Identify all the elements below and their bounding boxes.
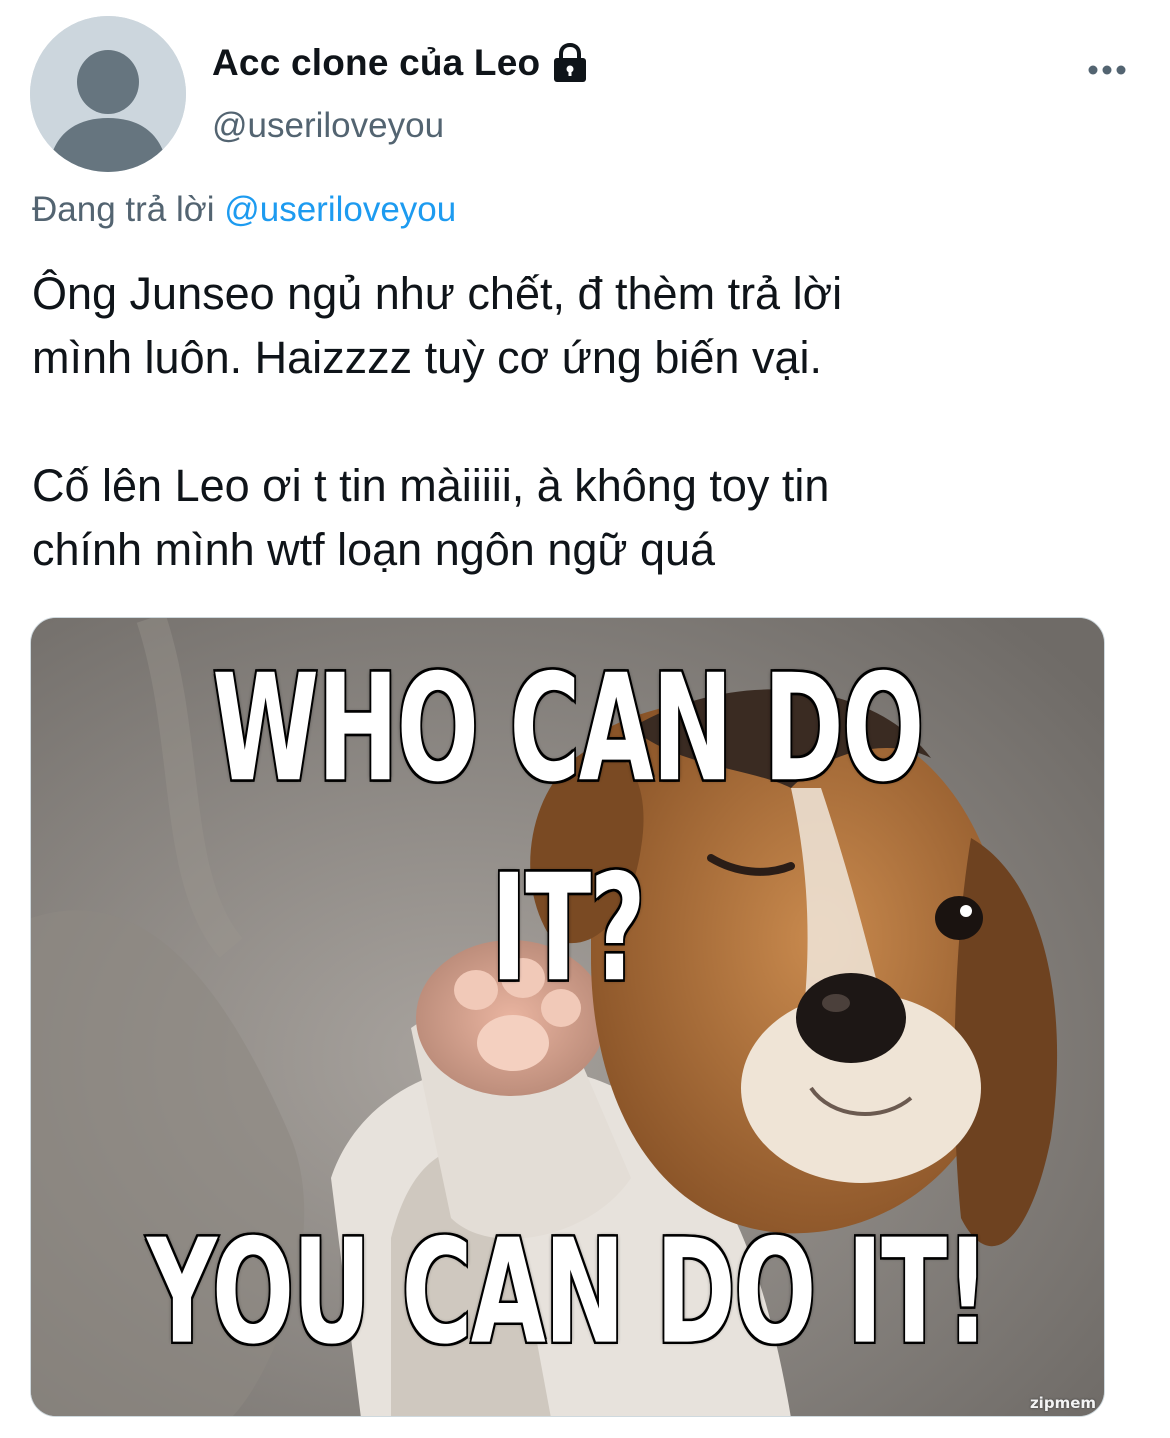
meme-bottom-caption: YOU CAN DO IT!: [145, 1205, 991, 1378]
replying-to-label: Đang trả lời: [32, 190, 215, 229]
avatar[interactable]: [30, 16, 186, 172]
meme-top-caption: WHO CAN DO IT?: [211, 639, 926, 1017]
author-display-name[interactable]: Acc clone của Leo: [212, 42, 540, 84]
author-handle[interactable]: @useriloveyou: [212, 106, 444, 146]
more-horizontal-icon[interactable]: [1082, 52, 1132, 88]
replying-to-link[interactable]: @useriloveyou: [224, 190, 456, 229]
tweet: Acc clone của Leo @useriloveyou Đang trả…: [0, 0, 1170, 1438]
media-watermark: zipmem: [1029, 1394, 1096, 1412]
tweet-media-image[interactable]: WHO CAN DO IT? YOU CAN DO IT! zipmem: [30, 617, 1105, 1417]
replying-to: Đang trả lời @useriloveyou: [32, 190, 456, 230]
tweet-text: Ông Junseo ngủ như chết, đ thèm trả lời …: [32, 268, 843, 575]
author-name-row: Acc clone của Leo: [212, 38, 590, 88]
lock-icon: [550, 42, 590, 84]
default-avatar-icon: [30, 16, 186, 172]
